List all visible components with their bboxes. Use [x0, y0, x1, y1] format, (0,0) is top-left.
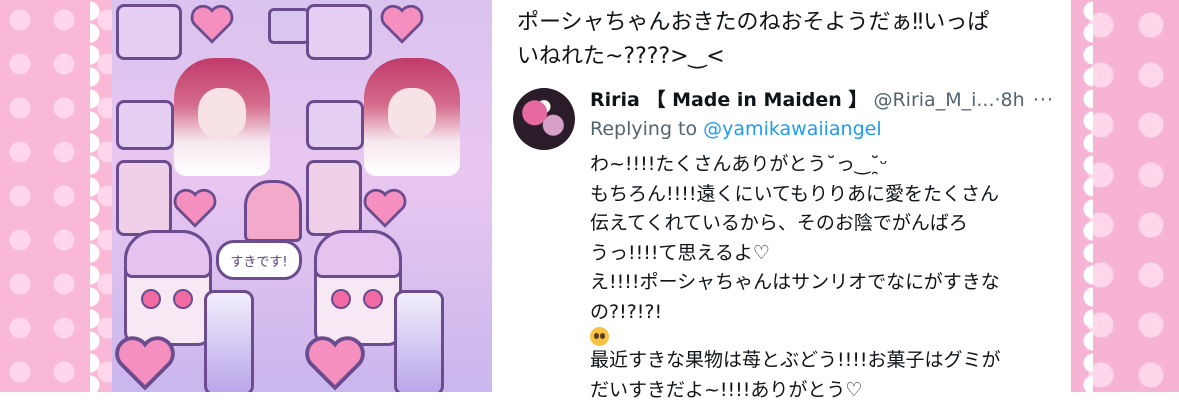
phone-sticker [306, 160, 362, 236]
heart-sticker [188, 4, 236, 44]
photo-portrait [364, 58, 460, 176]
chibi-hair [124, 230, 212, 278]
reply-body: わ~!!!!たくさんありがとう˘っ‿˘̯ᵕ もちろん!!!!遠くにいてもりりあに… [590, 150, 1060, 405]
collage-tile: すきです! [112, 0, 302, 392]
portrait-face [198, 88, 246, 138]
avatar[interactable] [513, 88, 575, 150]
ellipsis-icon[interactable]: ··· [1033, 86, 1054, 114]
reply-line: 伝えてくれているから、そのお陰でがんばろ [590, 209, 1060, 239]
display-name[interactable]: Riria 【 Made in Maiden 】 [590, 89, 867, 111]
post-text: ポーシャちゃんおきたのねおそようだぁ‼︎いっぱ いねれた~????>‿< [517, 6, 1077, 74]
heart-sticker [378, 4, 426, 44]
phone-sticker [116, 160, 172, 236]
heart-sticker [362, 188, 408, 228]
envelope-sticker [116, 4, 182, 60]
chibi-eye [141, 289, 161, 309]
replying-prefix: Replying to [590, 118, 697, 140]
reply-line: 最近すきな果物は苺とぶどう!!!!お菓子はグミが [590, 346, 1060, 376]
tweet-panel: ポーシャちゃんおきたのねおそようだぁ‼︎いっぱ いねれた~????>‿< Rir… [492, 0, 1071, 392]
reply-line: もちろん!!!!遠くにいてもりりあに愛をたくさん [590, 180, 1060, 210]
reply-line: わ~!!!!たくさんありがとう˘っ‿˘̯ᵕ [590, 150, 1060, 180]
chibi-girl-sticker [314, 230, 402, 346]
post-line: ポーシャちゃんおきたのねおそようだぁ‼︎いっぱ [517, 6, 1077, 40]
bottle-sticker [394, 290, 444, 392]
reply-header: Riria 【 Made in Maiden 】 @Riria_M_i...·8… [590, 86, 1060, 114]
post-line: いねれた~????>‿< [517, 40, 1077, 74]
illustration-collage: すきです! [112, 0, 492, 392]
envelope-sticker [306, 100, 364, 150]
portrait-face [388, 88, 436, 138]
photo-portrait [174, 58, 270, 176]
pink-frame-left [0, 0, 112, 392]
reply-line: え!!!!ポーシャちゃんはサンリオでなにがすきな [590, 268, 1060, 298]
chibi-eye [363, 289, 383, 309]
envelope-sticker [306, 4, 372, 60]
reply-tweet[interactable]: Riria 【 Made in Maiden 】 @Riria_M_i...·8… [590, 86, 1060, 405]
envelope-sticker [116, 100, 174, 150]
heart-sticker [114, 335, 176, 391]
heart-sticker [172, 188, 218, 228]
user-handle[interactable]: @Riria_M_i... [873, 89, 994, 111]
pink-frame-right [1071, 0, 1179, 392]
bottle-sticker [204, 290, 254, 392]
mention-link[interactable]: @yamikawaiiangel [703, 118, 881, 140]
pleading-face-emoji-icon [590, 327, 609, 346]
reply-line: の?!?!?! [590, 301, 662, 323]
speech-bubble: すきです! [216, 240, 302, 280]
collage-tile [302, 0, 492, 392]
cupcake-sticker [244, 180, 302, 242]
chibi-eye [331, 289, 351, 309]
chibi-eye [173, 289, 193, 309]
heart-sticker [304, 335, 366, 391]
reply-line: うっ!!!!て思えるよ♡ [590, 239, 1060, 269]
reply-line: だいすきだよ~!!!!ありがとう♡ [590, 376, 1060, 405]
reply-line-with-emoji: の?!?!?! [590, 298, 1060, 347]
replying-to: Replying to @yamikawaiiangel [590, 114, 1060, 144]
chibi-hair [314, 230, 402, 278]
chibi-girl-sticker [124, 230, 212, 346]
timestamp[interactable]: 8h [1001, 89, 1025, 111]
